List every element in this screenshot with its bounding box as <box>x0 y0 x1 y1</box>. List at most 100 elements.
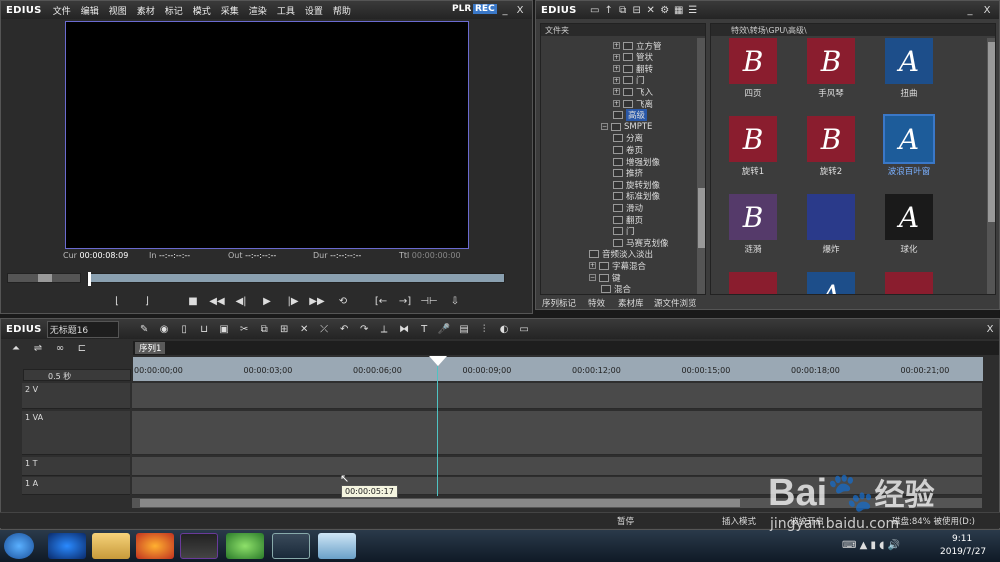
snap-icon[interactable]: ⧓ <box>397 322 411 336</box>
menu-settings[interactable]: 设置 <box>305 4 323 17</box>
effect-thumbnail[interactable]: A <box>883 114 935 164</box>
tree-item[interactable]: 高级 <box>613 109 648 122</box>
menu-render[interactable]: 渲染 <box>249 4 267 17</box>
effect-thumbnail[interactable]: B <box>807 116 855 162</box>
tree-item[interactable]: 分离 <box>613 133 643 144</box>
tree-item[interactable]: + 飞离 <box>613 98 653 110</box>
view-list-icon[interactable]: ☰ <box>686 3 700 17</box>
close-button[interactable]: X <box>513 3 527 17</box>
browser-icon[interactable] <box>226 533 264 559</box>
rec-button[interactable]: REC <box>473 4 497 14</box>
mark-in-icon[interactable]: ⌊ <box>107 293 127 309</box>
menu-help[interactable]: 帮助 <box>333 4 351 17</box>
tree-item[interactable]: 标准划像 <box>613 191 660 202</box>
up-folder-icon[interactable]: ↑ <box>602 3 616 17</box>
shuttle-slider[interactable] <box>7 273 81 283</box>
tree-item[interactable]: + 字幕混合 <box>589 260 646 272</box>
tree-item[interactable]: + 门 <box>613 75 645 86</box>
effect-thumbnail[interactable]: B <box>807 38 855 84</box>
title-icon[interactable]: T <box>417 322 431 336</box>
track-header[interactable]: 1 T <box>22 457 130 476</box>
effect-thumbnail[interactable]: A <box>885 38 933 84</box>
thumb-scroll-thumb[interactable] <box>988 42 995 222</box>
paste-clip-icon[interactable]: ⊞ <box>277 322 291 336</box>
effects-minimize-button[interactable]: _ <box>963 3 977 17</box>
timeline-hscroll-thumb[interactable] <box>140 499 740 507</box>
tree-item[interactable]: + 飞入 <box>613 86 653 98</box>
track-lane[interactable] <box>132 383 982 409</box>
redo-icon[interactable]: ↷ <box>357 322 371 336</box>
tree-item[interactable]: 增强划像 <box>613 156 660 168</box>
delete-clip-icon[interactable]: ✕ <box>297 322 311 336</box>
color-icon[interactable]: ◐ <box>497 322 511 336</box>
expand-icon[interactable]: + <box>589 262 596 270</box>
effect-thumbnail[interactable]: A <box>885 194 933 240</box>
file-explorer-icon[interactable] <box>92 533 130 559</box>
effect-thumbnail[interactable]: B <box>729 38 777 84</box>
rewind-icon[interactable]: ◀◀ <box>207 293 227 309</box>
microphone-icon[interactable]: 🎤 <box>437 322 451 336</box>
export-icon[interactable]: ⇩ <box>445 293 465 309</box>
properties-icon[interactable]: ⚙ <box>658 3 672 17</box>
insert-to-timeline-icon[interactable]: [← <box>371 293 391 309</box>
effect-thumbnail[interactable] <box>729 272 777 294</box>
minimize-button[interactable]: _ <box>498 3 512 17</box>
plr-button[interactable]: PLR <box>452 4 471 14</box>
effect-thumbnail[interactable] <box>885 272 933 294</box>
expand-icon[interactable]: + <box>613 100 620 107</box>
menu-clip[interactable]: 素材 <box>137 4 155 17</box>
tree-item[interactable]: 旋转划像 <box>613 179 660 191</box>
track-lane[interactable] <box>132 411 982 455</box>
copy-icon[interactable]: ⧉ <box>616 3 630 17</box>
edius-active-icon[interactable] <box>272 533 310 559</box>
tree-item[interactable]: 音频淡入淡出 <box>589 249 653 260</box>
step-back-icon[interactable]: ◀| <box>231 293 251 309</box>
camera-icon[interactable]: ◉ <box>157 322 171 336</box>
collapse-icon[interactable]: − <box>589 274 596 281</box>
effect-thumbnail[interactable]: B <box>729 116 777 162</box>
tree-item[interactable]: 马赛克划像 <box>613 237 669 249</box>
tree-item[interactable]: − 键 <box>589 272 621 284</box>
zoom-control[interactable]: 0.5 秒 <box>23 369 131 381</box>
tree-item[interactable]: 翻页 <box>613 214 643 226</box>
media-player-icon[interactable] <box>48 533 86 559</box>
copy-clip-icon[interactable]: ⧉ <box>257 322 271 336</box>
tree-scroll-thumb[interactable] <box>698 188 705 248</box>
cut-icon[interactable]: ✂ <box>237 322 251 336</box>
open-icon[interactable]: ⊔ <box>197 322 211 336</box>
tree-item[interactable]: + 立方管 <box>613 40 662 52</box>
edius-taskbar-icon[interactable] <box>180 533 218 559</box>
new-file-icon[interactable]: ▯ <box>177 322 191 336</box>
tree-item[interactable]: 卷页 <box>613 144 643 156</box>
track-mode-icon[interactable]: ⏶ <box>9 341 23 355</box>
mixer-icon[interactable]: ⫶ <box>477 322 491 336</box>
new-sequence-icon[interactable]: ✎ <box>137 322 151 336</box>
expand-icon[interactable]: + <box>613 65 620 73</box>
tab-source-browser[interactable]: 源文件浏览 <box>654 297 697 309</box>
undo-icon[interactable]: ↶ <box>337 322 351 336</box>
tree-item[interactable]: 滑动 <box>613 202 643 214</box>
firefox-icon[interactable] <box>136 533 174 559</box>
expand-icon[interactable]: + <box>613 88 620 96</box>
tree-item[interactable]: + 翻转 <box>613 63 653 75</box>
set-in-out-icon[interactable]: ⊣⊢ <box>419 293 439 309</box>
group-icon[interactable]: ⊏ <box>75 341 89 355</box>
ripple-delete-icon[interactable]: ⤫ <box>317 322 331 336</box>
menu-mode[interactable]: 模式 <box>193 4 211 17</box>
effect-thumbnail[interactable]: B <box>729 194 777 240</box>
expand-icon[interactable]: + <box>613 42 620 49</box>
shuttle-knob[interactable] <box>38 274 52 282</box>
tree-scrollbar[interactable] <box>697 38 705 294</box>
play-icon[interactable]: ▶ <box>257 293 277 309</box>
collapse-icon[interactable]: − <box>601 123 608 131</box>
layout-icon[interactable]: ▭ <box>517 322 531 336</box>
menu-capture[interactable]: 采集 <box>221 4 239 17</box>
save-icon[interactable]: ▣ <box>217 322 231 336</box>
tree-item[interactable]: 混合 <box>601 284 631 294</box>
link-icon[interactable]: ∞ <box>53 341 67 355</box>
fast-forward-icon[interactable]: ▶▶ <box>307 293 327 309</box>
effect-thumbnail[interactable] <box>807 194 855 240</box>
loop-icon[interactable]: ⟲ <box>333 293 353 309</box>
track-header[interactable]: 1 A <box>22 477 130 495</box>
view-grid-icon[interactable]: ▦ <box>672 3 686 17</box>
